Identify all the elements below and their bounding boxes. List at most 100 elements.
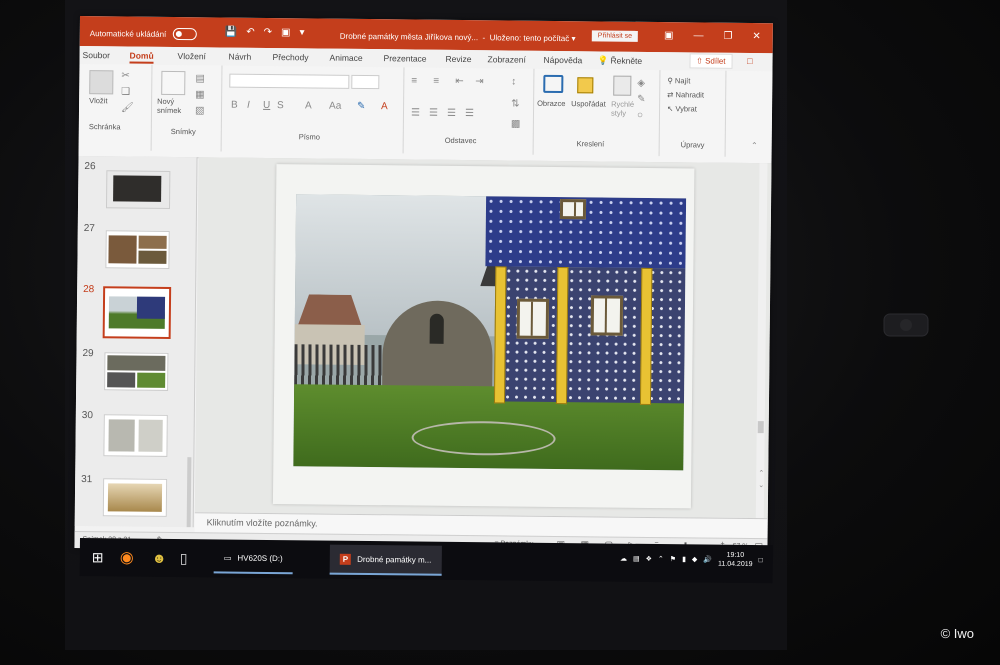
undo-icon[interactable]: ↶ [246,27,255,38]
present-icon[interactable]: ▣ [281,27,291,38]
tab-review[interactable]: Revize [446,54,472,64]
slide-thumbnail[interactable] [102,478,168,517]
replace-button[interactable]: ⇄ Nahradit [667,90,704,99]
comments-icon[interactable]: □ [747,56,753,66]
redo-icon[interactable]: ↷ [264,27,273,38]
security-icon[interactable]: ⚑ [670,555,676,563]
paste-icon[interactable] [89,70,114,95]
tab-design[interactable]: Návrh [229,52,252,62]
layout-icon[interactable]: ▤ [195,73,205,84]
find-button[interactable]: ⚲ Najít [667,76,690,85]
document-icon[interactable]: ▯ [180,545,188,571]
align-center-icon[interactable]: ☰ [429,108,438,119]
tab-transitions[interactable]: Přechody [273,52,309,62]
tab-home[interactable]: Domů [129,50,154,64]
collapse-ribbon-icon[interactable]: ⌃ [751,141,758,150]
save-icon[interactable]: 💾 [225,27,238,38]
notifications-icon[interactable]: □ [759,557,763,564]
lightbulb-icon: 💡 [597,55,611,66]
highlight-icon[interactable]: ✎ [357,101,366,112]
shapes-icon[interactable] [543,74,564,94]
align-left-icon[interactable]: ☰ [411,107,420,118]
slide-vertical-scrollbar[interactable] [755,163,768,519]
quick-access-toolbar: 💾 ↶ ↷ ▣ ▾ [225,27,305,39]
new-slide-label[interactable]: Nový snímek [157,97,197,115]
arrange-icon[interactable] [577,77,594,94]
previous-slide-icon[interactable]: ⌃ [758,469,764,477]
customize-qat-icon[interactable]: ▾ [299,27,304,38]
taskbar-powerpoint[interactable]: P Drobné památky m... [329,544,442,576]
reset-icon[interactable]: ▦ [195,89,205,100]
arrange-label[interactable]: Uspořádat [571,99,606,108]
next-slide-icon[interactable]: ⌄ [758,481,764,489]
battery-icon[interactable]: ▮ [682,555,686,563]
slide-photo[interactable] [293,194,687,471]
slide-thumbnail[interactable] [105,170,171,209]
close-icon[interactable]: ✕ [752,31,761,42]
font-color-icon[interactable]: A [381,101,388,112]
tab-file[interactable]: Soubor [83,50,111,60]
taskbar-drive[interactable]: ▭ HV620S (D:) [213,543,293,575]
increase-indent-icon[interactable]: ⇥ [475,76,484,87]
underline-icon[interactable]: U [263,100,270,111]
user-app-icon[interactable]: ☻ [152,545,167,571]
volume-icon[interactable]: 🔊 [703,556,712,564]
line-spacing-icon[interactable]: ↕ [511,77,516,88]
font-name-dropdown[interactable] [229,73,350,89]
current-slide[interactable] [272,164,695,509]
text-direction-icon[interactable]: ⇅ [511,99,520,110]
format-painter-icon[interactable]: 🖌 [121,102,134,113]
tab-animations[interactable]: Animace [330,53,363,63]
section-icon[interactable]: ▧ [195,105,205,116]
smartart-icon[interactable]: ▩ [511,119,521,130]
tab-view[interactable]: Zobrazení [488,54,526,64]
minimize-icon[interactable]: — [693,30,703,41]
tab-insert[interactable]: Vložení [178,51,206,61]
copy-icon[interactable]: ❏ [121,86,130,97]
change-case-icon[interactable]: Aa [329,101,341,112]
select-button[interactable]: ↖ Vybrat [667,104,697,113]
quick-styles-icon[interactable] [613,75,632,96]
chevron-down-icon[interactable]: ▾ [571,34,575,43]
thumbnails-scrollbar[interactable] [186,457,192,528]
shapes-label[interactable]: Obrazce [537,99,565,108]
scrollbar-thumb[interactable] [757,421,764,434]
autosave[interactable]: Automatické ukládání [90,27,197,41]
justify-icon[interactable]: ☰ [465,108,474,119]
sign-in-button[interactable]: Přihlásit se [591,30,639,42]
ribbon-display-icon[interactable]: ▣ [664,30,674,41]
clock[interactable]: 19:10 11.04.2019 [718,551,753,569]
shape-effects-icon[interactable]: ○ [637,110,643,121]
share-button[interactable]: ⇧ Sdílet [689,53,733,69]
new-slide-icon[interactable] [161,70,186,96]
restore-icon[interactable]: ❐ [723,31,732,42]
tab-slideshow[interactable]: Prezentace [384,53,427,63]
numbering-icon[interactable]: ≡ [433,76,439,87]
char-spacing-icon[interactable]: A [305,100,312,111]
bullets-icon[interactable]: ≡ [411,75,417,86]
slide-thumbnail[interactable] [105,230,170,269]
tab-tell-me[interactable]: 💡 Řekněte [598,55,643,66]
shadow-icon[interactable]: S [277,100,284,111]
firefox-icon[interactable]: ◉ [120,544,134,570]
shape-fill-icon[interactable]: ◈ [637,78,645,89]
chevron-up-icon[interactable]: ⌃ [658,555,664,563]
usb-icon[interactable]: ☁ [620,555,627,563]
italic-icon[interactable]: I [247,100,250,111]
autosave-toggle[interactable] [172,27,197,41]
tab-help[interactable]: Nápověda [544,55,583,65]
shape-outline-icon[interactable]: ✎ [637,94,646,105]
slide-thumbnail-selected[interactable] [102,286,172,339]
quick-styles-label[interactable]: Rychlé styly [611,100,637,118]
windows-start-icon[interactable]: ⊞ [92,544,104,570]
slide-thumbnail[interactable] [104,352,169,391]
bluetooth-icon[interactable]: ❖ [646,555,652,563]
network-icon[interactable]: ▤ [633,555,640,563]
bold-icon[interactable]: B [231,100,238,111]
font-size-dropdown[interactable] [351,74,380,90]
decrease-indent-icon[interactable]: ⇤ [455,76,464,87]
slide-thumbnail[interactable] [103,414,168,457]
wifi-icon[interactable]: ◆ [692,555,697,563]
align-right-icon[interactable]: ☰ [447,108,456,119]
cut-icon[interactable]: ✂ [121,70,130,81]
